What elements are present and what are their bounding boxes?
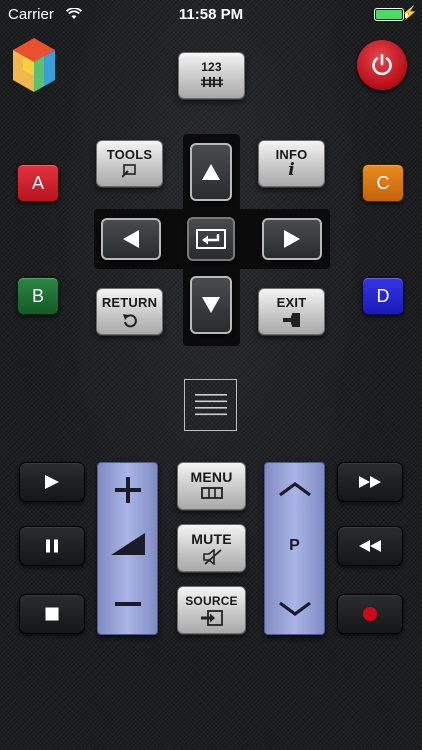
return-icon (122, 314, 137, 328)
plus-icon (114, 477, 141, 503)
return-label: RETURN (101, 295, 158, 310)
volume-level-indicator (98, 533, 157, 563)
number-keypad-label: 123 (201, 60, 222, 74)
play-button[interactable] (19, 462, 85, 502)
color-key-a[interactable]: A (17, 164, 59, 202)
rewind-button[interactable] (337, 526, 403, 566)
chevron-down-icon (278, 601, 311, 616)
power-button[interactable] (357, 40, 407, 90)
volume-down-button[interactable] (98, 583, 157, 636)
pause-button[interactable] (19, 526, 85, 566)
mute-icon (202, 549, 222, 565)
color-key-d-label: D (376, 286, 390, 306)
stop-button[interactable] (19, 594, 85, 634)
menu-button[interactable]: MENU (177, 462, 246, 510)
number-keypad-button[interactable]: 123 (178, 52, 245, 99)
fast-forward-button[interactable] (337, 462, 403, 502)
volume-rocker (97, 462, 158, 635)
color-key-a-label: A (31, 173, 44, 193)
channel-up-button[interactable] (265, 463, 324, 519)
right-arrow-icon (284, 230, 300, 248)
play-icon (45, 475, 59, 489)
status-bar: Carrier 11:58 PM ⚡ (0, 0, 422, 30)
return-button[interactable]: RETURN (96, 288, 163, 335)
app-cube-icon[interactable] (11, 36, 57, 96)
stop-icon (45, 607, 59, 621)
exit-icon (282, 313, 300, 327)
exit-button[interactable]: EXIT (258, 288, 325, 335)
volume-level-icon (110, 533, 145, 555)
color-key-b[interactable]: B (17, 277, 59, 315)
left-arrow-button[interactable] (101, 218, 161, 260)
menu-grid-icon (200, 487, 223, 499)
power-icon (372, 53, 392, 76)
mute-button[interactable]: MUTE (177, 524, 246, 572)
info-button[interactable]: INFO i (258, 140, 325, 187)
right-arrow-button[interactable] (262, 218, 322, 260)
left-arrow-icon (123, 230, 139, 248)
rewind-icon (359, 540, 381, 552)
down-arrow-button[interactable] (190, 276, 232, 334)
hamburger-menu-icon (195, 394, 227, 416)
source-icon (200, 610, 223, 626)
minus-icon (114, 602, 141, 606)
enter-button[interactable] (187, 217, 235, 261)
info-icon: i (288, 160, 295, 180)
source-label: SOURCE (185, 594, 238, 608)
chevron-up-icon (278, 482, 311, 497)
volume-up-button[interactable] (98, 463, 157, 519)
fast-forward-icon (359, 476, 381, 488)
color-key-b-label: B (31, 286, 44, 306)
enter-icon (196, 229, 226, 249)
channel-label: P (289, 537, 300, 554)
source-button[interactable]: SOURCE (177, 586, 246, 634)
record-icon (363, 607, 377, 621)
remote-screen: { "status_bar": { "carrier": "Carrier", … (0, 0, 422, 750)
exit-label: EXIT (276, 295, 307, 310)
mute-label: MUTE (191, 531, 232, 547)
color-key-c-label: C (376, 173, 390, 193)
channel-label-area: P (265, 537, 324, 561)
up-arrow-button[interactable] (190, 143, 232, 201)
tools-label: TOOLS (106, 147, 153, 162)
tools-icon (121, 164, 136, 178)
up-arrow-icon (202, 164, 220, 180)
clock: 11:58 PM (178, 6, 244, 23)
color-key-c[interactable]: C (362, 164, 404, 202)
tools-button[interactable]: TOOLS (96, 140, 163, 187)
channel-down-button[interactable] (265, 583, 324, 636)
keypad-icon (200, 77, 223, 87)
charging-icon: ⚡ (401, 5, 418, 20)
hamburger-menu-button[interactable] (184, 379, 237, 431)
color-key-d[interactable]: D (362, 277, 404, 315)
down-arrow-icon (202, 297, 220, 313)
battery-icon (374, 8, 404, 21)
menu-label: MENU (190, 469, 233, 485)
pause-icon (46, 539, 58, 553)
channel-rocker: P (264, 462, 325, 635)
record-button[interactable] (337, 594, 403, 634)
